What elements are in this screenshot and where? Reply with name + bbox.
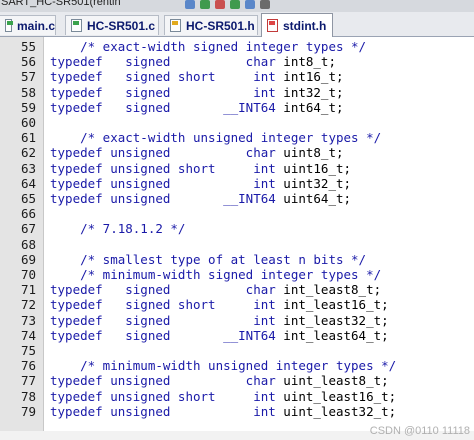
line-number: 57 (20, 69, 36, 85)
code-line: 79 typedef unsigned int uint_least32_t; (0, 404, 474, 419)
code-line: 72 typedef signed short int int_least16_t… (0, 297, 474, 312)
code-text: typedef unsigned int uint_least32_t; (50, 403, 397, 419)
code-text: typedef unsigned char uint8_t; (50, 145, 344, 161)
line-number: 67 (20, 221, 36, 237)
line-number: 56 (20, 54, 36, 70)
code-text: /* smallest type of at least n bits */ (50, 251, 367, 267)
code-line: 60 (0, 115, 474, 130)
code-text: typedef unsigned short int uint16_t; (50, 160, 352, 176)
line-number: 66 (20, 206, 36, 222)
code-line: 64 typedef unsigned int uint32_t; (0, 176, 474, 191)
tab-label: HC-SR501.h (186, 18, 255, 33)
line-number: 61 (20, 130, 36, 146)
line-number: 76 (20, 358, 36, 374)
code-line: 73 typedef signed int int_least32_t; (0, 313, 474, 328)
line-number: 78 (20, 388, 36, 404)
c-file-icon (71, 19, 82, 32)
code-text: typedef signed short int int16_t; (50, 69, 344, 85)
code-text: /* exact-width signed integer types */ (50, 39, 367, 54)
tab-stdint-h[interactable]: stdint.h (261, 13, 333, 37)
line-number: 68 (20, 236, 36, 252)
line-number: 71 (20, 282, 36, 298)
code-line: 62 typedef unsigned char uint8_t; (0, 145, 474, 160)
line-number: 64 (20, 175, 36, 191)
code-line: 55 /* exact-width signed integer types *… (0, 39, 474, 54)
code-text: typedef signed char int8_t; (50, 54, 336, 70)
line-number: 72 (20, 297, 36, 313)
code-line: 56 typedef signed char int8_t; (0, 54, 474, 69)
code-line: 57 typedef signed short int int16_t; (0, 69, 474, 84)
line-number: 74 (20, 327, 36, 343)
code-text: /* minimum-width unsigned integer types … (50, 358, 397, 374)
toolbar-icon[interactable] (245, 0, 255, 9)
code-line: 71 typedef signed char int_least8_t; (0, 282, 474, 297)
line-number: 73 (20, 312, 36, 328)
line-number: 58 (20, 84, 36, 100)
tab-label: HC-SR501.c (87, 18, 156, 33)
c-file-icon (5, 19, 13, 32)
tab-hc-sr501-h[interactable]: HC-SR501.h (164, 15, 258, 35)
code-text: typedef unsigned short int uint_least16_… (50, 388, 397, 404)
code-text: /* exact-width unsigned integer types */ (50, 130, 382, 146)
line-number: 69 (20, 251, 36, 267)
tab-hc-sr501-c[interactable]: HC-SR501.c (65, 15, 159, 35)
code-text: typedef signed int int_least32_t; (50, 312, 389, 328)
code-text: typedef signed int int32_t; (50, 84, 344, 100)
code-line: 59 typedef signed __INT64 int64_t; (0, 100, 474, 115)
code-text: typedef signed char int_least8_t; (50, 282, 382, 298)
line-number: 75 (20, 343, 36, 358)
code-text: /* minimum-width signed integer types */ (50, 267, 382, 282)
line-number: 70 (20, 267, 36, 282)
watermark: CSDN @0110 11118 (369, 425, 470, 437)
tab-label: stdint.h (283, 18, 327, 33)
line-number: 62 (20, 145, 36, 161)
toolbar-icon[interactable] (260, 0, 270, 9)
tab-main-c[interactable]: main.c (0, 15, 56, 35)
line-number: 65 (20, 191, 36, 206)
code-text: typedef signed __INT64 int_least64_t; (50, 327, 389, 343)
line-number: 63 (20, 160, 36, 176)
line-number: 60 (20, 115, 36, 130)
code-line: 70 /* minimum-width signed integer types… (0, 267, 474, 282)
toolbar-icon[interactable] (185, 0, 195, 9)
project-title: SART_HC-SR501(rentin (1, 0, 121, 8)
code-text: typedef unsigned char uint_least8_t; (50, 373, 389, 389)
code-text: typedef unsigned __INT64 uint64_t; (50, 191, 352, 206)
code-line: 66 (0, 206, 474, 221)
toolbar-icon[interactable] (230, 0, 240, 9)
code-line: 75 (0, 343, 474, 358)
line-number: 59 (20, 99, 36, 115)
line-number: 79 (20, 403, 36, 419)
code-line: 69 /* smallest type of at least n bits *… (0, 252, 474, 267)
code-line: 61 /* exact-width unsigned integer types… (0, 130, 474, 145)
tab-label: main.c (16, 18, 55, 33)
code-line: 68 (0, 237, 474, 252)
code-editor[interactable]: 55 /* exact-width signed integer types *… (0, 37, 474, 440)
code-line: 76 /* minimum-width unsigned integer typ… (0, 358, 474, 373)
h-file-icon (267, 19, 278, 32)
toolbar-icon[interactable] (200, 0, 210, 9)
code-line: 65 typedef unsigned __INT64 uint64_t; (0, 191, 474, 206)
code-line: 78 typedef unsigned short int uint_least1… (0, 389, 474, 404)
h-file-icon (170, 19, 181, 32)
code-text: typedef signed short int int_least16_t; (50, 297, 389, 313)
line-number: 55 (20, 39, 36, 54)
toolbar-icon[interactable] (215, 0, 225, 9)
code-line: 58 typedef signed int int32_t; (0, 85, 474, 100)
line-number: 77 (20, 373, 36, 389)
editor-tab-bar: main.c HC-SR501.c HC-SR501.h stdint.h (0, 12, 474, 37)
code-line: 74 typedef signed __INT64 int_least64_t; (0, 328, 474, 343)
code-line: 77 typedef unsigned char uint_least8_t; (0, 373, 474, 388)
code-text: typedef signed __INT64 int64_t; (50, 99, 344, 115)
project-title-bar: SART_HC-SR501(rentin (0, 0, 474, 12)
code-text: typedef unsigned int uint32_t; (50, 175, 352, 191)
code-line: 63 typedef unsigned short int uint16_t; (0, 161, 474, 176)
code-line: 67 /* 7.18.1.2 */ (0, 221, 474, 236)
code-text: /* 7.18.1.2 */ (50, 221, 186, 237)
